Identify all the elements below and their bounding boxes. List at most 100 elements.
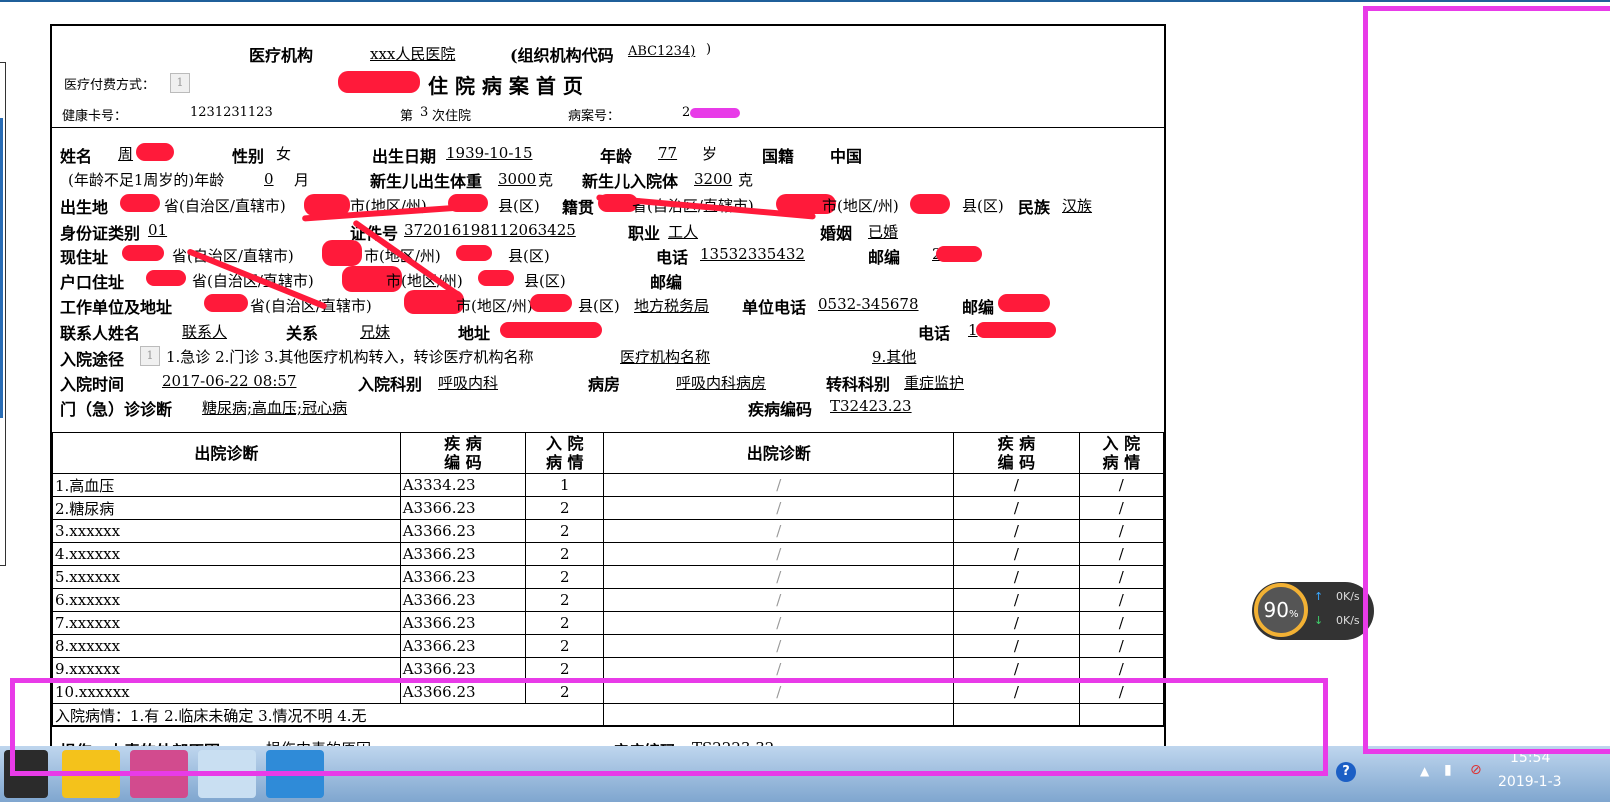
col-header: 入 院 病 情	[525, 432, 605, 474]
visit-suffix: 次住院	[432, 109, 472, 124]
table-row: 6.xxxxxx A3366.23 2// /	[52, 588, 1164, 612]
infant-age-unit: 月	[294, 171, 310, 189]
table-cell: /	[953, 634, 1080, 658]
transfer-value: 重症监护	[904, 374, 965, 392]
outpatient-label: 门（急）诊诊断	[60, 400, 173, 419]
record-label: 病案号：	[568, 109, 621, 124]
help-icon[interactable]: ?	[1336, 762, 1356, 782]
card-label: 健康卡号：	[62, 109, 128, 124]
table-cell: A3366.23	[399, 634, 527, 658]
col-header: 入 院 病 情	[1078, 432, 1164, 474]
table-cell: 4.xxxxxx	[52, 542, 401, 566]
visit-count: 3	[420, 105, 429, 120]
table-cell: /	[953, 473, 1080, 497]
redaction-mark	[500, 322, 602, 338]
upload-speed: 0K/s	[1336, 590, 1360, 603]
birth-weight-label: 新生儿出生体重	[370, 172, 483, 191]
org-code-close: )	[706, 42, 712, 57]
birthplace-prov: 省(自治区/直辖市)	[164, 197, 286, 215]
redaction-mark	[910, 194, 950, 214]
redaction-mark	[936, 246, 982, 262]
birthplace-label: 出生地	[60, 198, 109, 217]
table-row: 2.糖尿病 A3366.23 2// /	[52, 496, 1164, 520]
work-county: 县(区)	[578, 297, 620, 315]
redaction-mark	[998, 294, 1050, 312]
table-cell: /	[603, 496, 955, 520]
infant-age-value: 0	[264, 170, 274, 188]
marriage-value: 已婚	[868, 223, 899, 241]
id-no-value: 372016198112063425	[404, 221, 576, 239]
table-cell: 2	[525, 565, 605, 589]
table-cell: /	[1078, 542, 1164, 566]
relation-value: 兄妹	[360, 323, 391, 341]
redaction-mark	[136, 143, 174, 161]
table-cell: /	[953, 496, 1080, 520]
outpatient-value: 糖尿病;高血压;冠心病	[202, 399, 348, 417]
table-cell: /	[1078, 611, 1164, 635]
volume-muted-icon[interactable]: ⊘	[1470, 762, 1482, 778]
window-top-border	[0, 0, 1610, 2]
ward-value: 呼吸内科病房	[676, 374, 767, 392]
redaction-mark	[204, 294, 248, 312]
table-cell: /	[953, 565, 1080, 589]
table-cell: 6.xxxxxx	[52, 588, 401, 612]
table-cell: 1.高血压	[52, 473, 401, 497]
contact-value: 联系人	[182, 323, 228, 341]
pay-label: 医疗付费方式：	[64, 78, 156, 93]
marriage-label: 婚姻	[820, 224, 853, 243]
ethnic-value: 汉族	[1062, 197, 1093, 215]
medical-record-form: 医疗机构 xxx人民医院 (组织机构代码 ABC1234) ) 医疗付费方式： …	[50, 24, 1166, 788]
admit-time-label: 入院时间	[60, 375, 125, 394]
memory-usage-ring[interactable]: 90%	[1254, 583, 1308, 637]
network-icon[interactable]: ▮	[1444, 762, 1452, 778]
work-zip-label: 邮编	[962, 298, 995, 317]
phone-value: 13532335432	[700, 245, 805, 263]
table-cell: 2.糖尿病	[52, 496, 401, 520]
hukou-label: 户口住址	[60, 273, 125, 292]
tray-expand-icon[interactable]: ▲	[1420, 764, 1429, 778]
name-label: 姓名	[60, 147, 93, 166]
route-checkbox[interactable]: 1	[140, 345, 160, 366]
download-arrow-icon: ↓	[1314, 614, 1324, 627]
redaction-mark	[122, 245, 164, 261]
clock-date[interactable]: 2019-1-3	[1498, 774, 1562, 790]
contact-addr-label: 地址	[458, 324, 491, 343]
redaction-mark	[456, 245, 492, 261]
table-cell: /	[603, 542, 955, 566]
table-cell: /	[953, 611, 1080, 635]
transfer-label: 转科科别	[826, 375, 891, 394]
table-cell: /	[603, 519, 955, 543]
admit-dept-value: 呼吸内科	[438, 374, 499, 392]
birthplace-county: 县(区)	[498, 197, 540, 215]
table-cell: /	[953, 588, 1080, 612]
id-type-label: 身份证类别	[60, 224, 141, 243]
redaction-mark	[338, 71, 420, 93]
visit-prefix: 第	[400, 109, 414, 124]
dob-label: 出生日期	[372, 147, 437, 166]
zip-label: 邮编	[868, 248, 901, 267]
page-title: 住 院 病 案 首 页	[428, 74, 583, 98]
pay-checkbox[interactable]: 1	[170, 72, 190, 93]
work-label: 工作单位及地址	[60, 298, 173, 317]
age-value: 77	[658, 144, 678, 162]
card-value: 1231231123	[190, 105, 273, 120]
sex-value: 女	[276, 145, 292, 163]
table-cell: 2	[525, 519, 605, 543]
redaction-mark	[690, 108, 740, 118]
age-unit: 岁	[702, 145, 718, 163]
table-header-row: 出院诊断 疾 病 编 码 入 院 病 情 出院诊断 疾 病 编 码 入 院 病 …	[52, 432, 1164, 474]
table-cell: /	[1078, 588, 1164, 612]
table-cell: A3366.23	[399, 496, 527, 520]
org-code: ABC1234)	[628, 44, 696, 59]
phone-label: 电话	[656, 248, 689, 267]
work-city: 市(地区/州)	[456, 297, 533, 315]
table-row: 4.xxxxxx A3366.23 2// /	[52, 542, 1164, 566]
table-cell: 7.xxxxxx	[52, 611, 401, 635]
route-options: 1.急诊 2.门诊 3.其他医疗机构转入，转诊医疗机构名称	[166, 348, 534, 366]
admit-weight-unit: 克	[738, 171, 754, 189]
work-phone-label: 单位电话	[742, 298, 807, 317]
table-cell: A3366.23	[399, 588, 527, 612]
table-cell: 2	[525, 496, 605, 520]
table-cell: /	[603, 565, 955, 589]
birth-weight-value: 3000	[498, 170, 537, 188]
